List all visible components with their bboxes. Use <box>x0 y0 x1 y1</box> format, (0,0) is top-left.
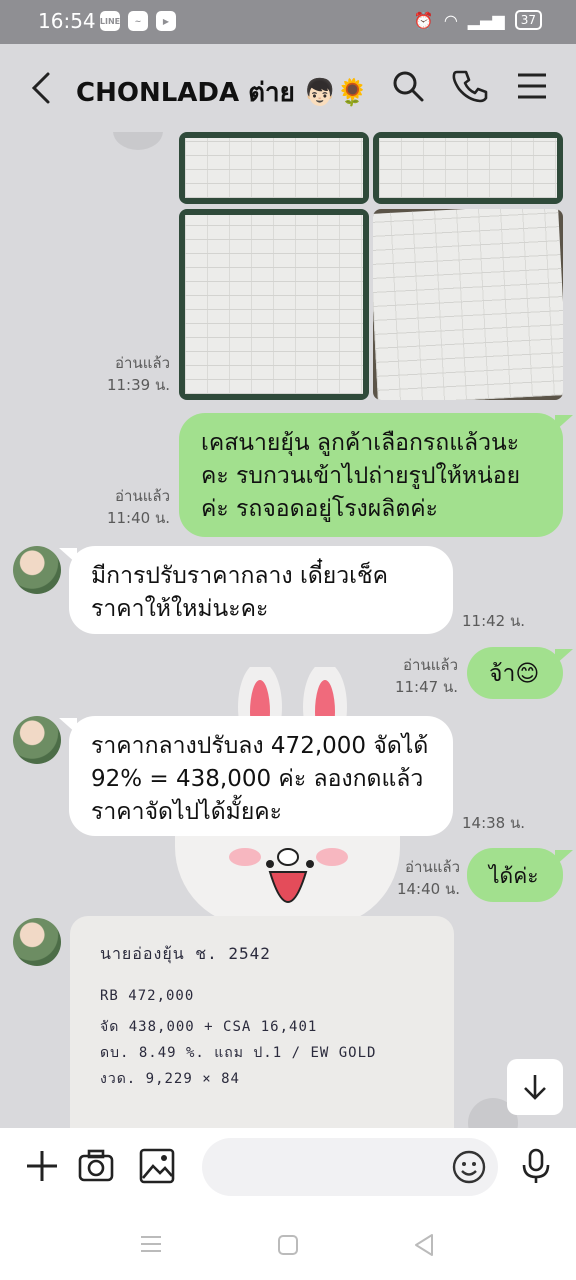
microphone-icon[interactable] <box>516 1146 556 1186</box>
status-indicators: ⏰ ◠ ▂▄▆ 37 <box>414 10 542 30</box>
arrow-down-icon <box>524 1075 546 1100</box>
line-app-icon: LINE <box>100 11 120 31</box>
read-receipt: อ่านแล้ว 11:40 น. <box>100 485 170 529</box>
incoming-message[interactable]: ราคากลางปรับลง 472,000 จัดได้ 92% = 438,… <box>59 716 453 836</box>
message-time: 11:47 น. <box>394 678 458 696</box>
note-line: นายอ่องยุ้น ช. 2542 <box>100 944 271 963</box>
youtube-icon: ▶ <box>156 11 176 31</box>
wifi-icon: ◠ <box>443 10 458 30</box>
note-line: งวด. 9,229 × 84 <box>100 1071 240 1087</box>
scroll-to-bottom-button[interactable] <box>507 1059 563 1115</box>
read-receipt: อ่านแล้ว 11:47 น. <box>386 654 458 698</box>
photo-thumbnail[interactable] <box>373 209 563 400</box>
status-time: 16:54 <box>38 9 96 33</box>
messenger-icon: ~ <box>128 11 148 31</box>
photo-album[interactable] <box>179 132 563 400</box>
photo-thumbnail[interactable] <box>179 132 369 204</box>
camera-icon[interactable] <box>76 1146 116 1186</box>
home-icon[interactable] <box>277 1234 299 1256</box>
contact-avatar[interactable] <box>13 918 61 966</box>
system-back-icon[interactable] <box>413 1233 435 1257</box>
menu-icon[interactable] <box>512 66 552 106</box>
contact-avatar[interactable] <box>13 546 61 594</box>
message-time: 11:40 น. <box>106 509 170 527</box>
photo-thumbnail[interactable] <box>373 132 563 204</box>
read-label: อ่านแล้ว <box>115 487 170 505</box>
message-composer <box>0 1128 576 1208</box>
outgoing-message[interactable]: จ้า😊 <box>467 647 573 699</box>
message-time: 11:42 น. <box>462 612 526 630</box>
read-label: อ่านแล้ว <box>115 354 170 372</box>
phone-call-icon[interactable] <box>450 66 490 106</box>
note-line: จัด 438,000 + CSA 16,401 <box>100 1019 318 1035</box>
note-line: ดบ. 8.49 %. แถม ป.1 / EW GOLD <box>100 1045 377 1061</box>
gallery-icon[interactable] <box>137 1146 177 1186</box>
chat-title: CHONLADA ต่าย 👦🏻🌻 <box>76 78 369 108</box>
read-receipt: อ่านแล้ว 11:39 น. <box>100 352 170 396</box>
message-time: 11:39 น. <box>106 376 170 394</box>
contact-avatar[interactable] <box>13 716 61 764</box>
share-icon[interactable] <box>113 132 163 150</box>
photo-thumbnail[interactable] <box>179 209 369 400</box>
search-icon[interactable] <box>388 66 428 106</box>
message-time: 14:38 น. <box>462 814 526 832</box>
alarm-icon: ⏰ <box>413 10 434 30</box>
status-bar: 16:54 LINE ~ ▶ ⏰ ◠ ▂▄▆ 37 <box>0 0 576 44</box>
signal-icon: ▂▄▆ <box>467 10 505 30</box>
chat-messages[interactable]: อ่านแล้ว 11:39 น. เคสนายยุ้น ลูกค้าเลือก… <box>0 132 576 1128</box>
handwritten-note-photo[interactable]: นายอ่องยุ้น ช. 2542 RB 472,000 จัด 438,0… <box>70 916 454 1128</box>
battery-level: 37 <box>520 13 536 27</box>
chat-header: CHONLADA ต่าย 👦🏻🌻 <box>0 44 576 132</box>
back-arrow-icon[interactable] <box>28 68 58 108</box>
read-receipt: อ่านแล้ว 14:40 น. <box>388 856 460 900</box>
status-app-icons: LINE ~ ▶ <box>100 11 176 31</box>
message-time: 14:40 น. <box>396 880 460 898</box>
read-label: อ่านแล้ว <box>405 858 460 876</box>
plus-icon[interactable] <box>22 1146 62 1186</box>
recents-icon[interactable] <box>140 1234 162 1254</box>
read-label: อ่านแล้ว <box>403 656 458 674</box>
incoming-message[interactable]: มีการปรับราคากลาง เดี๋ยวเช็ค ราคาให้ใหม่… <box>59 546 453 634</box>
outgoing-message[interactable]: ได้ค่ะ <box>467 848 573 902</box>
note-line: RB 472,000 <box>100 988 195 1004</box>
system-navigation-bar <box>0 1208 576 1280</box>
outgoing-message[interactable]: เคสนายยุ้น ลูกค้าเลือกรถแล้วนะ คะ รบกวนเ… <box>179 413 573 537</box>
battery-icon: 37 <box>514 10 542 30</box>
emoji-icon[interactable] <box>450 1148 488 1186</box>
